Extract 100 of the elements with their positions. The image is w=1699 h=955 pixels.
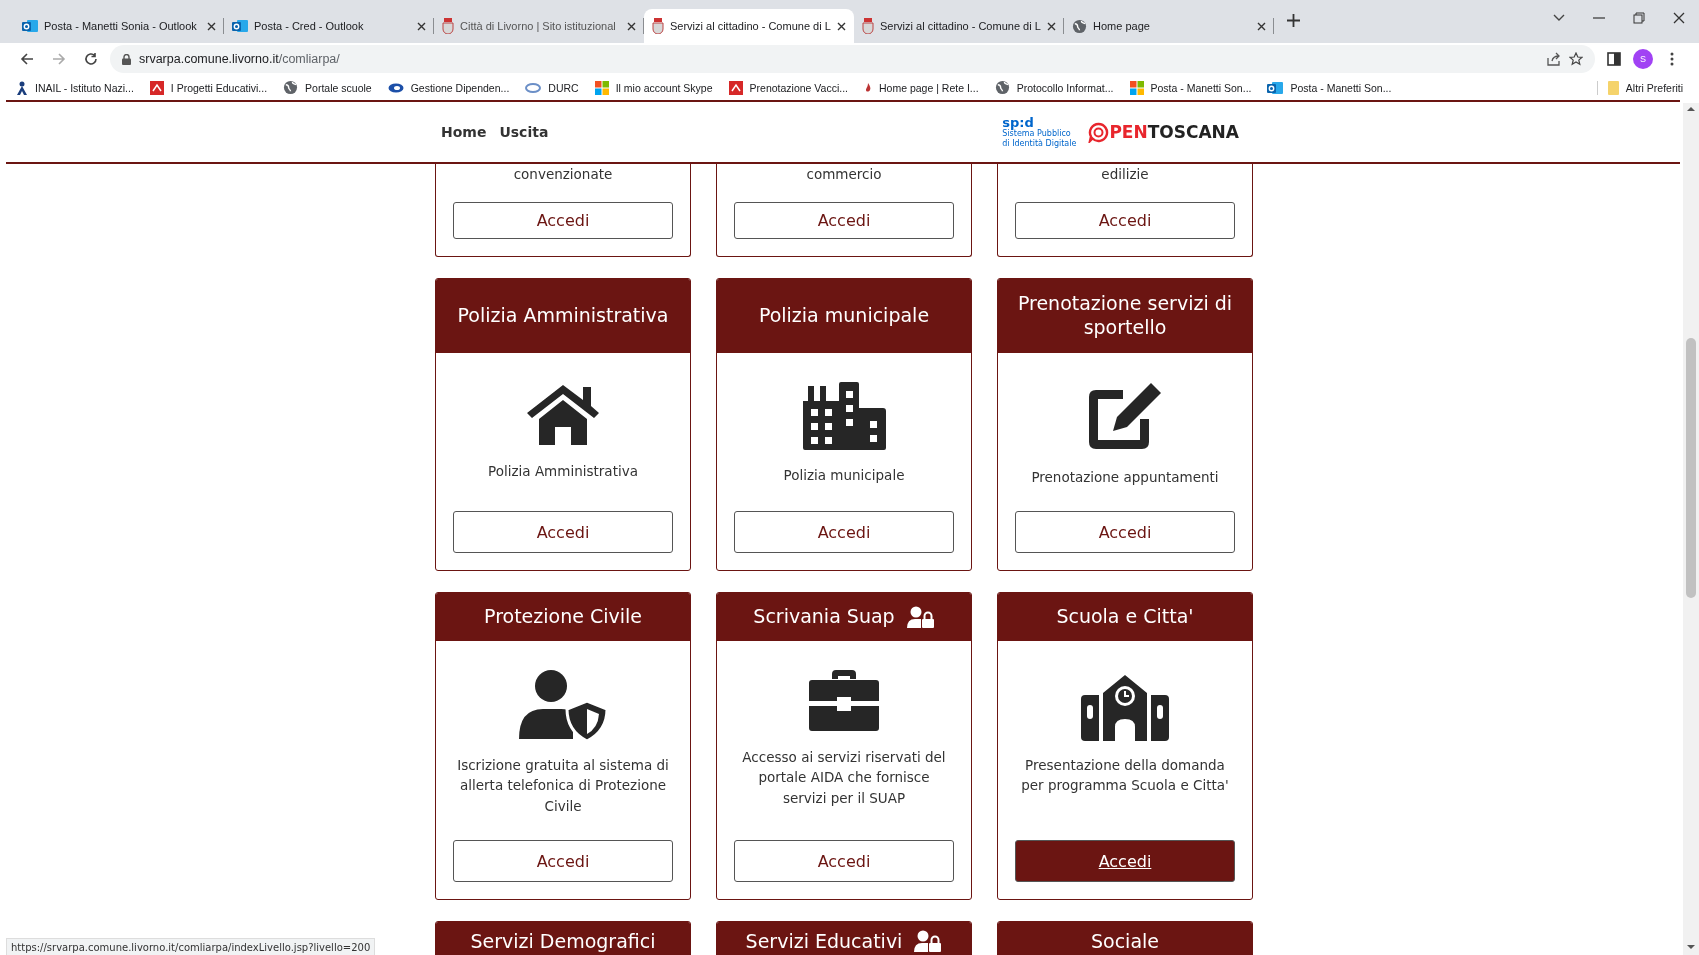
- eye-icon: [387, 81, 404, 94]
- card-description: Presentazione della domanda per programma Scuola e Citta': [1020, 756, 1230, 796]
- back-icon[interactable]: [20, 52, 34, 66]
- user-shield-icon: [517, 669, 609, 741]
- folder-icon: [1607, 80, 1619, 95]
- flag-icon: [149, 80, 164, 95]
- card-title: Scuola e Citta': [1056, 605, 1194, 629]
- card-description: Polizia Amministrativa: [487, 462, 639, 481]
- nav-link[interactable]: Uscita: [499, 124, 549, 140]
- restore-icon[interactable]: [1633, 12, 1645, 24]
- globe-icon: [1072, 18, 1087, 34]
- bookmark-link[interactable]: Prenotazione Vacci...: [749, 81, 848, 94]
- access-button[interactable]: Accedi: [453, 840, 673, 882]
- close-icon[interactable]: [627, 21, 636, 31]
- bookmark-link[interactable]: Posta - Manetti Son...: [1150, 81, 1252, 94]
- browser-tab[interactable]: Posta - Manetti Sonia - Outlook: [14, 9, 224, 43]
- bookmark-link[interactable]: INAIL - Istituto Nazi...: [35, 81, 134, 94]
- bookmark-link[interactable]: Il mio account Skype: [615, 81, 713, 94]
- browser-tab[interactable]: Servizi al cittadino - Comune di L: [854, 9, 1064, 43]
- bookmark-link[interactable]: Home page | Rete I...: [879, 81, 979, 94]
- scrollbar[interactable]: [1683, 103, 1699, 955]
- close-icon[interactable]: [1257, 21, 1266, 31]
- url-path: /comliarpa/: [278, 52, 340, 66]
- card-description: edilizie: [1100, 165, 1150, 184]
- outlook-icon: [1267, 79, 1284, 96]
- user-lock-icon: [914, 930, 943, 952]
- bookmark-link[interactable]: I Progetti Educativi...: [170, 81, 268, 94]
- bookmark-link[interactable]: Gestione Dipenden...: [410, 81, 510, 94]
- card-title: Protezione Civile: [484, 605, 642, 629]
- card-description: Iscrizione gratuita al sistema di allerta telefonica di Protezione Civile: [456, 756, 670, 816]
- access-button[interactable]: Accedi: [1015, 840, 1235, 882]
- card-title: Polizia municipale: [758, 304, 930, 328]
- outlook-icon: [232, 18, 248, 34]
- tab-title: Città di Livorno | Sito istituzional: [460, 20, 617, 32]
- tab-title: Servizi al cittadino - Comune di L: [880, 20, 1041, 32]
- close-icon[interactable]: [1673, 12, 1685, 24]
- globe-icon: [283, 80, 299, 95]
- tab-title: Posta - Cred - Outlook: [254, 20, 365, 32]
- bookmark-folder[interactable]: Altri Preferiti: [1625, 81, 1683, 94]
- card-title: Polizia Amministrativa: [457, 304, 669, 328]
- close-icon[interactable]: [837, 21, 846, 31]
- spid-logo: sp:d Sistema Pubblico di Identità Digitale: [1002, 116, 1077, 148]
- bookmark-link[interactable]: Posta - Manetti Son...: [1290, 81, 1392, 94]
- card-description: Accesso ai servizi riservati del portale AIDA che fornisce servizi per il SUAP: [741, 748, 947, 808]
- card-title: Prenotazione servizi di sportello: [1016, 292, 1234, 340]
- nav-link[interactable]: Home: [441, 124, 487, 140]
- close-icon[interactable]: [1047, 21, 1056, 31]
- access-button[interactable]: Accedi: [734, 511, 954, 553]
- access-button[interactable]: Accedi: [1015, 202, 1235, 239]
- eye-icon: [525, 81, 542, 94]
- windows-icon: [594, 80, 609, 95]
- access-button[interactable]: Accedi: [1015, 511, 1235, 553]
- building-icon: [800, 381, 888, 451]
- star-icon[interactable]: [1569, 52, 1583, 66]
- lock-icon: [122, 53, 131, 65]
- card-title: Scrivania Suap: [753, 605, 895, 629]
- figure-icon: [16, 80, 28, 95]
- speech-bubble-icon: [1088, 121, 1110, 143]
- close-icon[interactable]: [417, 21, 426, 31]
- more-icon[interactable]: [1670, 52, 1674, 66]
- tab-title: Servizi al cittadino - Comune di L: [670, 20, 831, 32]
- globe-icon: [994, 80, 1010, 95]
- card-description: convenzionate: [512, 165, 614, 184]
- new-tab-icon[interactable]: [1286, 14, 1300, 27]
- windows-icon: [1129, 80, 1144, 95]
- close-icon[interactable]: [207, 21, 216, 31]
- card-title: Servizi Demografici: [470, 930, 656, 954]
- address-bar[interactable]: srvarpa.comune.livorno.it/comliarpa/: [110, 45, 1595, 73]
- crest-icon: [652, 18, 664, 34]
- chevron-down-icon[interactable]: [1553, 14, 1565, 22]
- crest-icon: [862, 18, 874, 34]
- side-panel-icon[interactable]: [1607, 52, 1621, 66]
- flag-icon: [728, 80, 743, 95]
- browser-tab[interactable]: Città di Livorno | Sito istituzional: [434, 9, 644, 43]
- access-button[interactable]: Accedi: [453, 511, 673, 553]
- user-lock-icon: [906, 606, 935, 628]
- access-button[interactable]: Accedi: [453, 202, 673, 239]
- outlook-icon: [22, 18, 38, 34]
- brand-logo: PENTOSCANA: [1088, 121, 1239, 143]
- briefcase-icon: [807, 669, 881, 733]
- access-button[interactable]: Accedi: [734, 840, 954, 882]
- status-url: https://srvarpa.comune.livorno.it/comliarpa/indexLivello.jsp?livello=200: [6, 938, 376, 955]
- card-title: Servizi Educativi: [745, 930, 903, 954]
- card-description: Polizia municipale: [782, 466, 906, 485]
- bookmark-link[interactable]: DURC: [548, 81, 579, 94]
- bookmark-link[interactable]: Protocollo Informat...: [1016, 81, 1114, 94]
- tab-title: Posta - Manetti Sonia - Outlook: [44, 20, 198, 32]
- profile-avatar[interactable]: S: [1633, 49, 1653, 69]
- card-description: commercio: [805, 165, 883, 184]
- browser-tab[interactable]: Home page: [1064, 9, 1274, 43]
- access-button[interactable]: Accedi: [734, 202, 954, 239]
- crest-icon: [442, 18, 454, 34]
- reload-icon[interactable]: [84, 52, 98, 66]
- url-host: srvarpa.comune.livorno.it: [139, 52, 279, 66]
- share-icon[interactable]: [1547, 52, 1561, 66]
- card-description: Prenotazione appuntamenti: [1030, 468, 1220, 487]
- browser-tab[interactable]: Posta - Cred - Outlook: [224, 9, 434, 43]
- browser-tab[interactable]: Servizi al cittadino - Comune di L: [644, 9, 854, 43]
- tab-title: Home page: [1093, 20, 1151, 32]
- bookmark-link[interactable]: Portale scuole: [305, 81, 372, 94]
